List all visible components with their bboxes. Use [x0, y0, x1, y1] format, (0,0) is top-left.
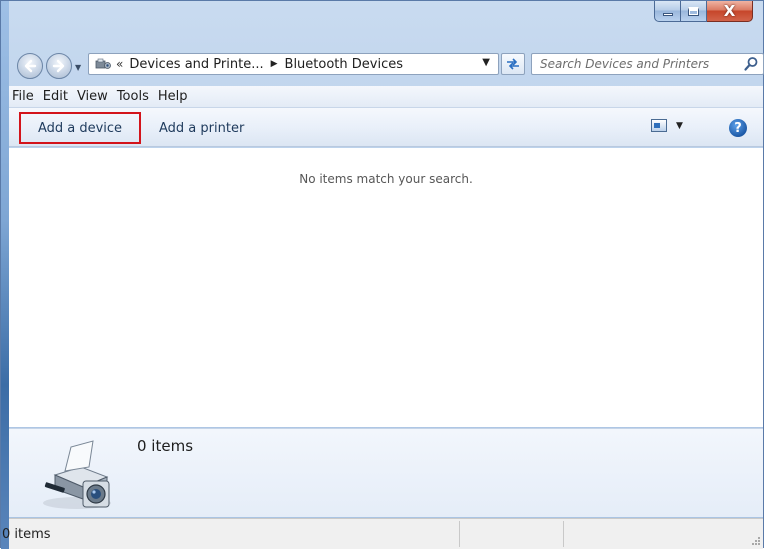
back-button[interactable]	[17, 53, 43, 79]
menu-bar: File Edit View Tools Help	[9, 86, 763, 108]
change-view-icon	[651, 119, 667, 132]
help-icon[interactable]: ?	[729, 119, 747, 137]
status-bar: 0 items	[2, 518, 763, 549]
details-item-count: 0 items	[137, 437, 194, 455]
back-arrow-icon	[24, 59, 37, 73]
explorer-window: X ▼ « Devices and Printe... ▶ Bluetooth …	[0, 0, 764, 549]
search-icon[interactable]	[743, 56, 759, 72]
menu-tools[interactable]: Tools	[117, 89, 156, 104]
close-icon: X	[723, 1, 736, 20]
menu-edit[interactable]: Edit	[43, 89, 75, 104]
command-bar: Add a device Add a printer ▼ ?	[9, 108, 763, 147]
breadcrumb-bluetooth-devices[interactable]: Bluetooth Devices	[285, 57, 403, 72]
minimize-icon	[662, 13, 673, 16]
refresh-button[interactable]	[501, 53, 525, 75]
address-overflow-chevron[interactable]: «	[116, 57, 123, 71]
details-pane: 0 items	[9, 428, 763, 517]
menu-file[interactable]: File	[12, 89, 41, 104]
items-view[interactable]: No items match your search.	[9, 148, 763, 427]
devices-printers-icon	[95, 58, 111, 70]
status-item-count: 0 items	[2, 526, 51, 542]
change-view-button[interactable]: ▼	[651, 119, 683, 132]
address-bar[interactable]: « Devices and Printe... ▶ Bluetooth Devi…	[88, 53, 499, 75]
search-box[interactable]	[531, 53, 764, 75]
caption-buttons: X	[654, 1, 753, 23]
minimize-button[interactable]	[654, 1, 681, 22]
search-input[interactable]	[540, 57, 743, 71]
refresh-icon	[507, 58, 519, 70]
maximize-icon	[688, 6, 699, 16]
breadcrumb-devices-printers[interactable]: Devices and Printe...	[129, 57, 263, 72]
resize-grip-icon[interactable]	[751, 536, 761, 546]
forward-arrow-icon	[52, 59, 65, 73]
maximize-button[interactable]	[681, 1, 707, 22]
menu-view[interactable]: View	[77, 89, 115, 104]
add-device-button[interactable]: Add a device	[19, 112, 141, 144]
status-divider	[459, 521, 460, 547]
empty-results-message: No items match your search.	[299, 172, 473, 186]
address-dropdown-icon[interactable]: ▼	[482, 57, 490, 68]
recent-pages-dropdown-icon[interactable]: ▼	[75, 63, 81, 72]
close-button[interactable]: X	[707, 1, 753, 22]
status-divider	[563, 521, 564, 547]
view-dropdown-icon[interactable]: ▼	[676, 121, 683, 131]
menu-help[interactable]: Help	[158, 89, 195, 104]
navigation-bar: ▼ « Devices and Printe... ▶ Bluetooth De…	[17, 51, 764, 79]
forward-button[interactable]	[46, 53, 72, 79]
printer-camera-icon	[43, 440, 111, 509]
breadcrumb-separator-icon[interactable]: ▶	[271, 59, 278, 69]
add-printer-button[interactable]: Add a printer	[145, 112, 258, 144]
